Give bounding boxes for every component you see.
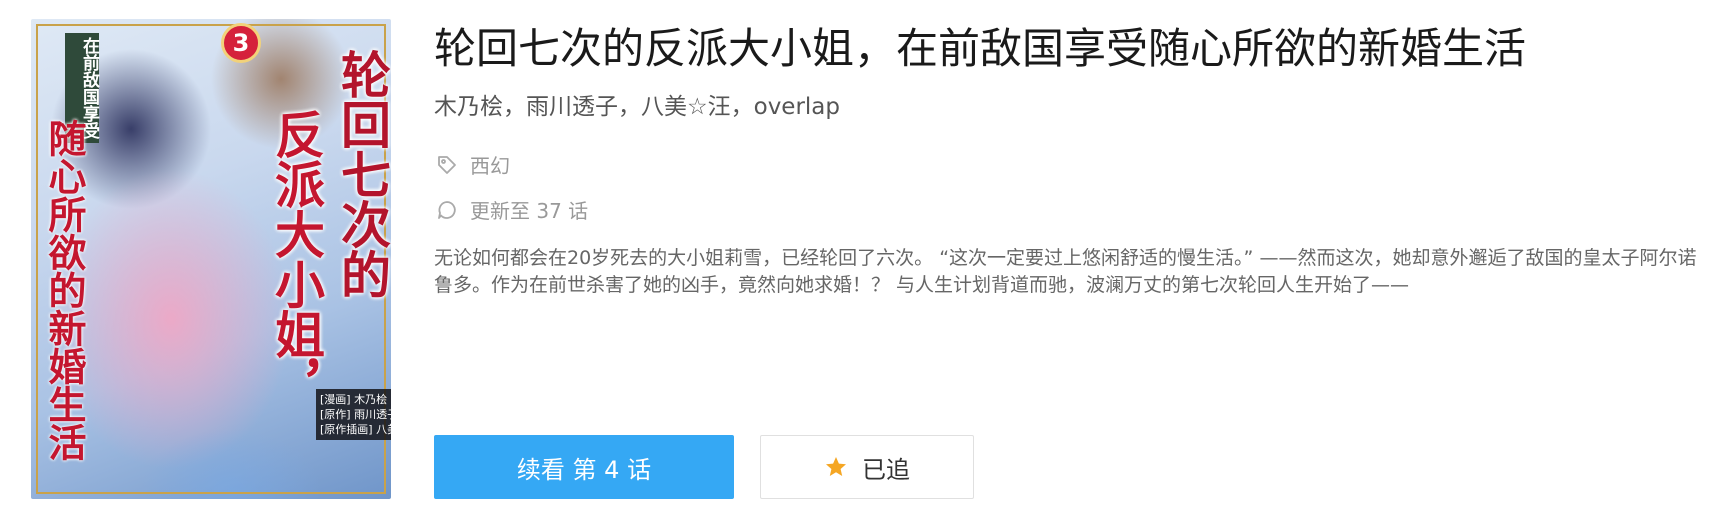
- tag-icon: [436, 154, 458, 176]
- follow-label: 已追: [862, 455, 910, 484]
- continue-reading-label: 续看 第 4 话: [516, 455, 652, 484]
- comic-authors: 木乃桧，雨川透子，八美☆汪，overlap: [434, 94, 840, 120]
- cover-credits: [漫画] 木乃桧 [原作] 雨川透子 [原作插画] 八美☆汪: [316, 389, 391, 440]
- cover-title-right-1: 轮回七次的: [333, 49, 391, 299]
- tag-label[interactable]: 西幻: [470, 150, 510, 179]
- cover-credit-line: [漫画] 木乃桧: [320, 393, 388, 406]
- comic-cover[interactable]: 在前敌国享受 3 随心所欲的新婚生活 轮回七次的 反派大小姐， [漫画] 木乃桧…: [31, 19, 391, 499]
- cover-credit-line: [原作插画] 八美☆汪: [320, 423, 391, 436]
- chat-bubble-icon: [436, 199, 458, 221]
- follow-button[interactable]: 已追: [760, 435, 974, 499]
- cover-volume-badge: 3: [221, 23, 261, 63]
- comic-description: 无论如何都会在20岁死去的大小姐莉雪，已经轮回了六次。 “这次一定要过上悠闲舒适…: [434, 247, 1697, 296]
- cover-title-left: 随心所欲的新婚生活: [42, 119, 86, 461]
- cover-credit-line: [原作] 雨川透子: [320, 408, 391, 421]
- continue-reading-button[interactable]: 续看 第 4 话: [434, 435, 734, 499]
- star-icon: [824, 455, 848, 479]
- cover-title-right-2: 反派大小姐，: [267, 109, 325, 409]
- update-label: 更新至 37 话: [470, 199, 589, 223]
- tag-row: 西幻: [436, 150, 510, 179]
- comic-title: 轮回七次的反派大小姐，在前敌国享受随心所欲的新婚生活: [434, 24, 1527, 73]
- update-row: 更新至 37 话: [436, 195, 588, 224]
